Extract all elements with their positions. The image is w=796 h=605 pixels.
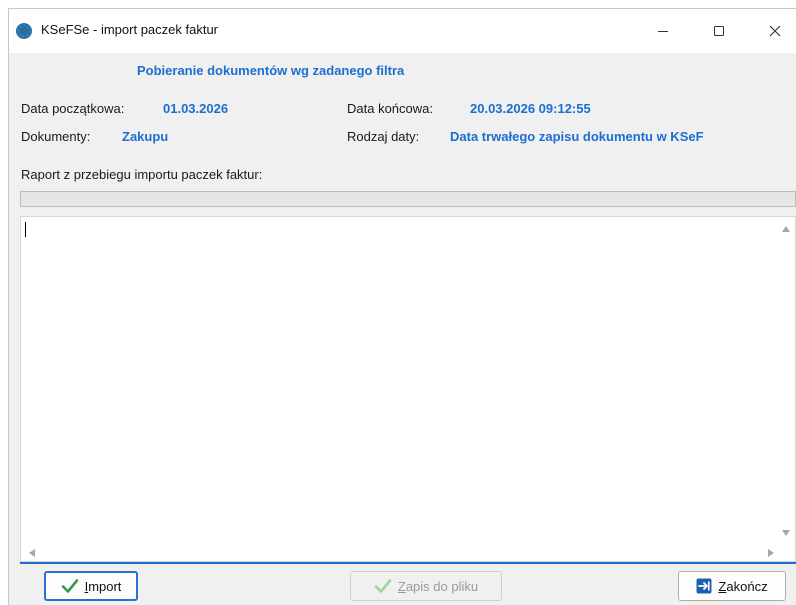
close-icon bbox=[769, 25, 781, 37]
title-bar[interactable]: KSeFSe - import paczek faktur bbox=[9, 9, 796, 53]
documents-value: Zakupu bbox=[122, 129, 169, 144]
start-date-label: Data początkowa: bbox=[21, 101, 125, 116]
filter-heading: Pobieranie dokumentów wg zadanego filtra bbox=[137, 63, 405, 78]
finish-button-label: Zakończ bbox=[718, 578, 768, 594]
import-dialog-window: KSeFSe - import paczek faktur Pobieranie… bbox=[8, 8, 796, 605]
vertical-scrollbar[interactable] bbox=[778, 217, 795, 545]
checkmark-icon bbox=[61, 579, 78, 593]
save-button-label: Zapis do pliku bbox=[397, 578, 479, 594]
documents-label: Dokumenty: bbox=[21, 129, 91, 144]
exit-arrow-icon bbox=[696, 578, 712, 594]
close-window-button[interactable] bbox=[752, 9, 796, 53]
end-date-label: Data końcowa: bbox=[347, 101, 433, 116]
end-date-value: 20.03.2026 09:12:55 bbox=[470, 101, 591, 116]
finish-button[interactable]: Zakończ bbox=[678, 571, 786, 601]
import-button-label: Import bbox=[84, 578, 122, 594]
scroll-down-icon[interactable] bbox=[782, 530, 790, 536]
report-label: Raport z przebiegu importu paczek faktur… bbox=[21, 167, 263, 182]
date-type-value: Data trwałego zapisu dokumentu w KSeF bbox=[450, 129, 704, 144]
checkmark-icon bbox=[374, 579, 392, 593]
minimize-icon bbox=[658, 31, 668, 32]
start-date-value: 01.03.2026 bbox=[163, 101, 229, 116]
horizontal-scrollbar[interactable] bbox=[21, 544, 780, 561]
text-caret bbox=[25, 222, 26, 237]
window-title: KSeFSe - import paczek faktur bbox=[41, 22, 219, 37]
report-textarea[interactable] bbox=[20, 216, 796, 562]
scroll-left-icon[interactable] bbox=[29, 549, 35, 557]
scroll-up-icon[interactable] bbox=[782, 226, 790, 232]
maximize-button[interactable] bbox=[696, 9, 742, 53]
import-progress-bar bbox=[20, 191, 796, 207]
minimize-button[interactable] bbox=[640, 9, 686, 53]
save-to-file-button[interactable]: Zapis do pliku bbox=[350, 571, 502, 601]
import-button[interactable]: Import bbox=[44, 571, 138, 601]
separator-line bbox=[20, 562, 796, 564]
scroll-right-icon[interactable] bbox=[768, 549, 774, 557]
ksef-app-icon bbox=[15, 22, 33, 40]
maximize-icon bbox=[714, 26, 724, 36]
date-type-label: Rodzaj daty: bbox=[347, 129, 420, 144]
